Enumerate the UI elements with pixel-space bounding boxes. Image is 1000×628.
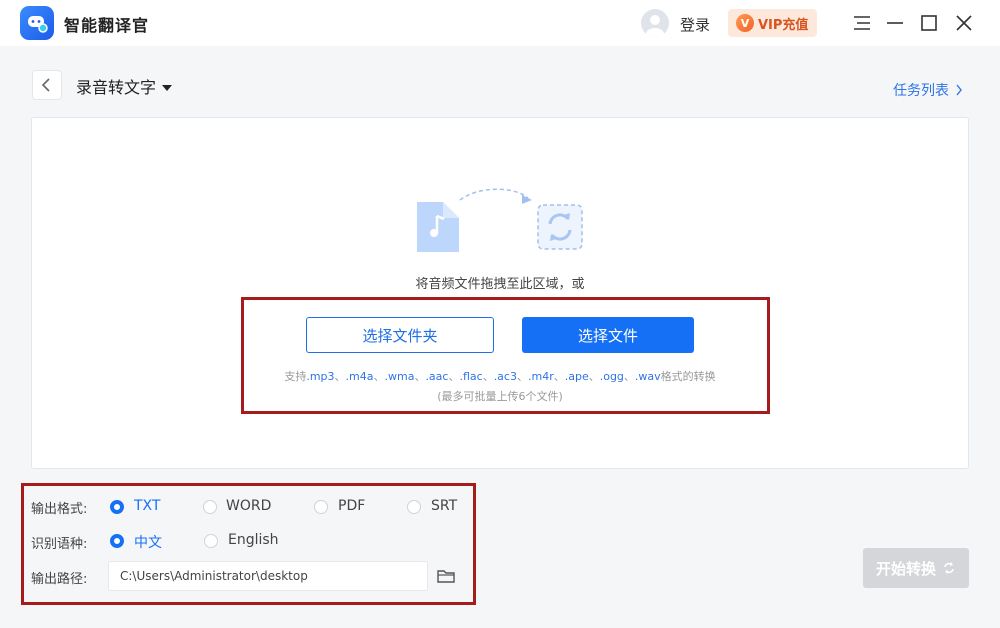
vip-recharge-button[interactable]: V VIP充值 bbox=[728, 9, 817, 37]
maximize-icon[interactable] bbox=[917, 11, 941, 35]
close-icon[interactable] bbox=[952, 11, 976, 35]
page-title[interactable]: 录音转文字 bbox=[76, 74, 156, 98]
user-avatar-icon[interactable] bbox=[641, 9, 669, 37]
vip-icon: V bbox=[736, 14, 754, 32]
title-bar: 智能翻译官 登录 V VIP充值 bbox=[0, 0, 1000, 46]
back-button[interactable] bbox=[32, 70, 62, 100]
login-link[interactable]: 登录 bbox=[680, 14, 710, 35]
minimize-icon[interactable] bbox=[883, 11, 907, 35]
highlight-box-upload bbox=[241, 297, 770, 414]
file-drop-area[interactable] bbox=[31, 117, 969, 469]
chevron-right-icon bbox=[956, 84, 962, 96]
refresh-icon bbox=[944, 562, 954, 574]
caret-down-icon[interactable] bbox=[161, 78, 173, 97]
highlight-box-settings bbox=[21, 483, 476, 605]
back-arrow-icon bbox=[41, 78, 50, 92]
audio-file-icon bbox=[417, 202, 459, 252]
app-title: 智能翻译官 bbox=[64, 16, 150, 35]
drop-hint: 将音频文件拖拽至此区域，或 bbox=[415, 277, 585, 292]
start-convert-label: 开始转换 bbox=[875, 559, 936, 578]
vip-recharge-label: VIP充值 bbox=[758, 17, 809, 33]
start-convert-button[interactable]: 开始转换 bbox=[863, 548, 969, 588]
menu-icon[interactable] bbox=[850, 11, 874, 35]
task-list-link[interactable]: 任务列表 bbox=[893, 80, 963, 100]
app-logo-icon bbox=[20, 6, 54, 40]
convert-icon bbox=[537, 204, 583, 250]
upload-illustration bbox=[417, 188, 583, 252]
task-list-label: 任务列表 bbox=[893, 83, 949, 99]
